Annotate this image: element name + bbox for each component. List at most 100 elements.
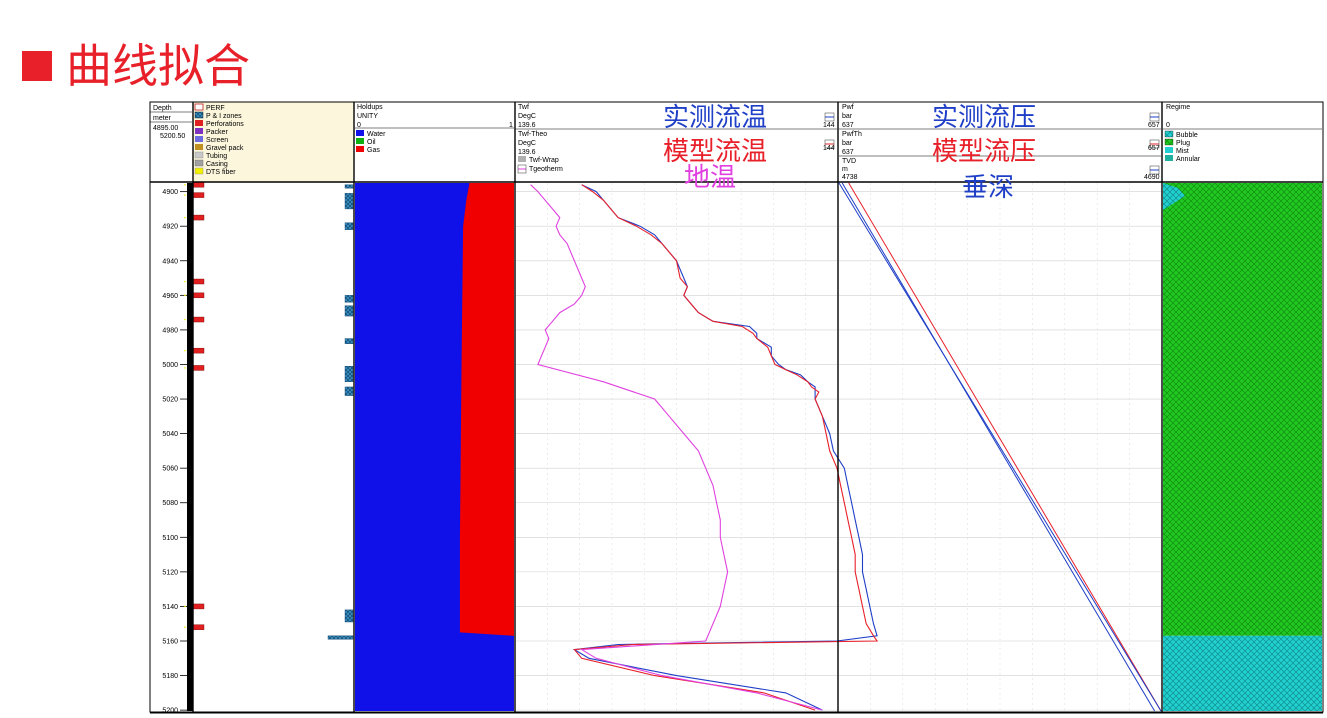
label-geo-temp: 地温 bbox=[684, 162, 736, 192]
twf-theo-min: 139.6 bbox=[518, 149, 536, 156]
tvd-min: 4738 bbox=[842, 174, 858, 181]
pi-zone-mark bbox=[344, 295, 354, 303]
holdup-track bbox=[355, 183, 514, 711]
depth-tick-label: 5040 bbox=[162, 431, 178, 438]
perforation-mark bbox=[192, 214, 205, 221]
wellbore-casing bbox=[187, 183, 193, 711]
label-measured-temp: 实测流温 bbox=[663, 102, 767, 132]
pwf-min: 637 bbox=[842, 122, 854, 129]
perforation-mark bbox=[192, 278, 205, 285]
depth-header-min: 4895.00 bbox=[153, 125, 178, 132]
fiber-dot bbox=[184, 605, 186, 608]
depth-tick-label: 4980 bbox=[162, 327, 178, 334]
twf-unit: DegC bbox=[518, 113, 536, 120]
tvd-max: 4690 bbox=[1144, 174, 1160, 181]
depth-tick-label: 5100 bbox=[162, 535, 178, 542]
depth-header-label: Depth bbox=[153, 105, 172, 112]
legend-water: Water bbox=[367, 131, 386, 138]
perforation-mark bbox=[192, 292, 205, 299]
pwfth-min: 637 bbox=[842, 149, 854, 156]
pi-zone-mark bbox=[344, 366, 354, 382]
regime-name: Regime bbox=[1166, 104, 1190, 111]
perforation-mark bbox=[192, 603, 205, 610]
depth-tick-label: 5180 bbox=[162, 673, 178, 680]
depth-tick-label: 5080 bbox=[162, 500, 178, 507]
series-pwf bbox=[841, 182, 1156, 712]
depth-tick-label: 5000 bbox=[162, 362, 178, 369]
perforation-mark bbox=[192, 192, 205, 198]
pwfth-unit: bar bbox=[842, 140, 853, 147]
pi-zone-mark bbox=[344, 184, 354, 189]
label-model-press: 模型流压 bbox=[932, 136, 1036, 166]
tgeotherm-name: Tgeotherm bbox=[529, 166, 563, 173]
pwfth-name: PwfTh bbox=[842, 131, 862, 138]
legend-screen: Screen bbox=[206, 137, 228, 144]
holdup-unit: UNITY bbox=[357, 113, 378, 120]
regime-track bbox=[1163, 183, 1322, 711]
twf-min: 139.6 bbox=[518, 122, 536, 129]
legend-dts-fiber: DTS fiber bbox=[206, 169, 236, 176]
fiber-dot bbox=[184, 367, 186, 369]
depth-tick-label: 5060 bbox=[162, 466, 178, 473]
tvd-unit: m bbox=[842, 166, 848, 173]
pressure-track bbox=[838, 182, 1162, 712]
depth-tick-label: 4940 bbox=[162, 258, 178, 265]
fiber-dot bbox=[184, 280, 186, 283]
depth-header-max: 5200.50 bbox=[160, 133, 185, 140]
plot-body-frame bbox=[149, 181, 1324, 713]
series-tvd bbox=[838, 182, 1162, 712]
legend-pi-zones: P & I zones bbox=[206, 113, 242, 120]
temperature-track bbox=[530, 184, 879, 711]
legend-mist: Mist bbox=[1176, 148, 1189, 155]
depth-tick-label: 5200 bbox=[162, 708, 178, 715]
well-track bbox=[184, 182, 354, 711]
pi-zone-mark bbox=[344, 609, 354, 623]
tvd-name: TVD bbox=[842, 158, 856, 165]
perforation-mark bbox=[192, 624, 205, 630]
holdup-name: Holdups bbox=[357, 104, 383, 111]
pwf-name: Pwf bbox=[842, 104, 854, 111]
perforation-mark bbox=[192, 365, 205, 371]
legend-oil: Oil bbox=[367, 139, 376, 146]
perforation-mark bbox=[192, 182, 205, 188]
legend-tubing: Tubing bbox=[206, 153, 227, 160]
perforation-mark bbox=[192, 347, 205, 354]
fiber-dot bbox=[184, 216, 186, 219]
regime-mist bbox=[1163, 635, 1322, 711]
twf-theo-name: Twf-Theo bbox=[518, 131, 547, 138]
fiber-dot bbox=[184, 194, 186, 196]
fiber-dot bbox=[184, 318, 186, 321]
twf-theo-unit: DegC bbox=[518, 140, 536, 147]
pwf-max: 657 bbox=[1148, 122, 1160, 129]
depth-tick-label: 5020 bbox=[162, 397, 178, 404]
legend-packer: Packer bbox=[206, 129, 228, 136]
pi-zone-mark bbox=[327, 635, 354, 640]
twf-max: 144 bbox=[823, 122, 835, 129]
legend-annular: Annular bbox=[1176, 156, 1201, 163]
legend-gravel-pack: Gravel pack bbox=[206, 145, 244, 152]
regime-min: 0 bbox=[1166, 122, 1170, 129]
label-measured-press: 实测流压 bbox=[932, 102, 1036, 132]
depth-axis: 4900 4920 4940 4960 4980 5000 5020 5040 5060 5080… bbox=[162, 189, 187, 715]
series-pwfth bbox=[848, 182, 1162, 712]
fiber-dot bbox=[184, 626, 186, 628]
depth-header-unit: meter bbox=[153, 115, 172, 122]
depth-tick-label: 5160 bbox=[162, 639, 178, 646]
depth-tick-label: 5140 bbox=[162, 604, 178, 611]
series-twf-theo bbox=[573, 184, 879, 711]
legend-gas: Gas bbox=[367, 147, 380, 154]
depth-tick-label: 4920 bbox=[162, 224, 178, 231]
track-separators bbox=[192, 102, 1163, 712]
twf-name: Twf bbox=[518, 104, 529, 111]
pi-zone-mark bbox=[344, 222, 354, 230]
depth-tick-label: 4900 bbox=[162, 189, 178, 196]
legend-perf: PERF bbox=[206, 105, 225, 112]
label-tvd: 垂深 bbox=[962, 172, 1014, 202]
twf-wrap-name: Twf-Wrap bbox=[529, 157, 559, 164]
depth-tick-label: 4960 bbox=[162, 293, 178, 300]
fiber-dot bbox=[184, 294, 186, 297]
pi-zone-mark bbox=[344, 338, 354, 344]
pi-zone-mark bbox=[344, 386, 354, 396]
legend-bubble: Bubble bbox=[1176, 132, 1198, 139]
fiber-dot bbox=[184, 183, 186, 186]
